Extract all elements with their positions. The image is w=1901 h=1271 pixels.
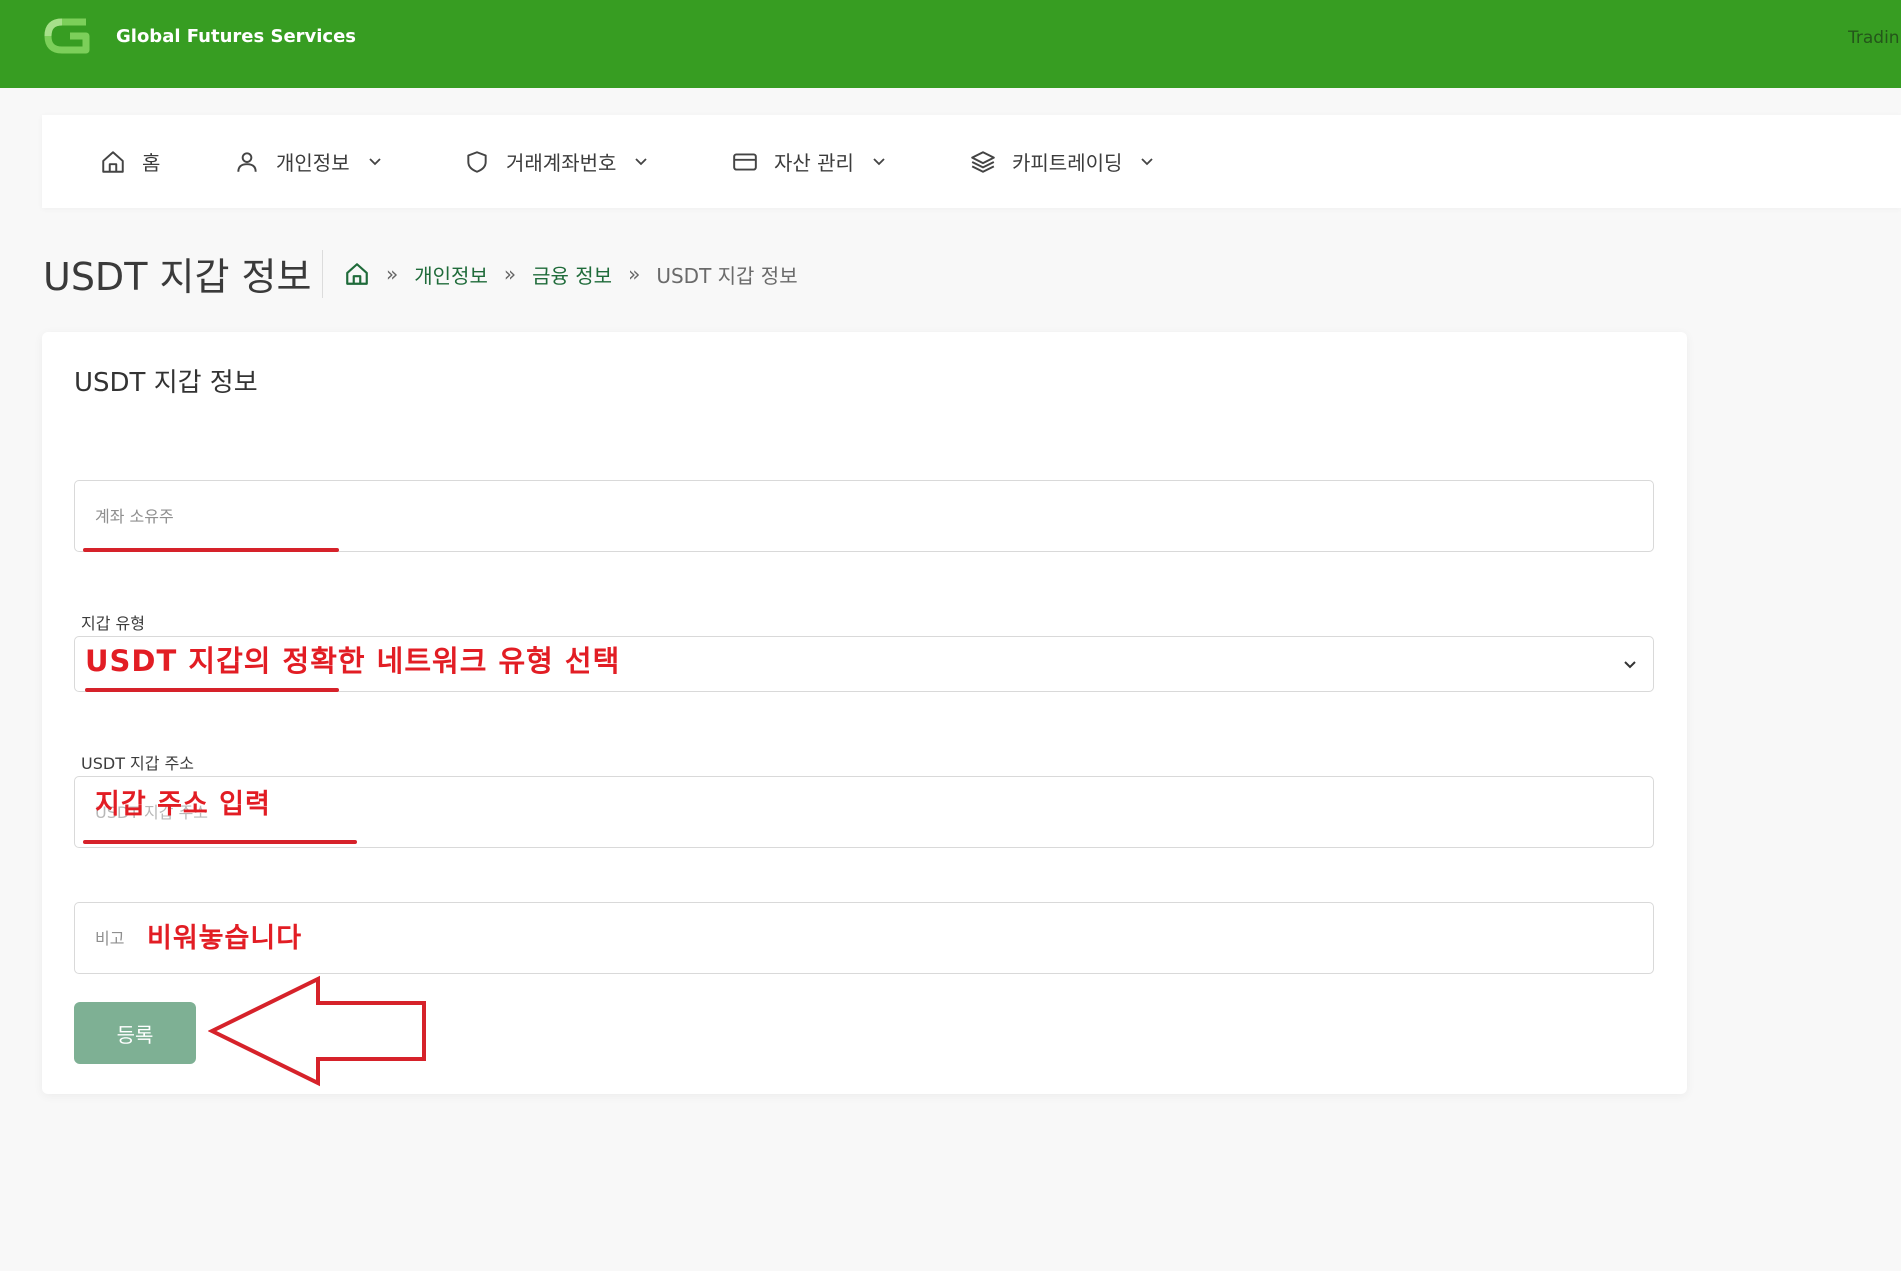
- note-annotation: 비워놓습니다: [147, 923, 303, 954]
- nav-item-copy-trading[interactable]: 카피트레이딩: [970, 115, 1154, 208]
- wallet-type-annotation: USDT 지갑의 정확한 네트워크 유형 선택: [85, 644, 621, 678]
- user-icon: [237, 151, 257, 172]
- wallet-address-label: USDT 지갑 주소: [81, 754, 195, 773]
- annotation-arrow-icon: [208, 975, 426, 1087]
- annotation-underline: [83, 548, 339, 552]
- breadcrumb-separator: »: [386, 262, 399, 286]
- breadcrumb-link-personal-info[interactable]: 개인정보: [414, 260, 488, 289]
- credit-card-icon: [733, 152, 757, 171]
- breadcrumb-current: USDT 지갑 정보: [656, 263, 798, 288]
- top-bar: Global Futures Services Tradin: [0, 0, 1901, 88]
- breadcrumb-separator: »: [628, 262, 641, 286]
- title-divider: [322, 250, 323, 298]
- nav-item-label: 개인정보: [276, 151, 350, 175]
- nav-item-trading-account[interactable]: 거래계좌번호: [464, 115, 648, 208]
- nav-item-label: 카피트레이딩: [1012, 151, 1123, 175]
- wallet-type-label: 지갑 유형: [81, 614, 145, 633]
- account-owner-input[interactable]: 계좌 소유주: [74, 480, 1654, 552]
- wallet-address-annotation: 지갑 주소 입력: [95, 789, 271, 820]
- nav-item-label: 거래계좌번호: [506, 151, 617, 175]
- card-title: USDT 지갑 정보: [74, 368, 258, 398]
- annotation-underline: [85, 688, 339, 692]
- layers-icon: [971, 150, 995, 173]
- note-placeholder: 비고: [95, 929, 125, 948]
- account-owner-placeholder: 계좌 소유주: [95, 507, 174, 526]
- brand-logo-icon[interactable]: [42, 14, 98, 58]
- breadcrumb: » 개인정보 » 금융 정보 » USDT 지갑 정보: [344, 258, 798, 290]
- breadcrumb-link-financial-info[interactable]: 금융 정보: [532, 260, 612, 289]
- register-button[interactable]: 등록: [74, 1002, 196, 1064]
- nav-item-label: 홈: [142, 151, 161, 175]
- brand-name[interactable]: Global Futures Services: [116, 26, 356, 47]
- chevron-down-icon: [1624, 661, 1636, 669]
- chevron-down-icon: [873, 157, 885, 165]
- wallet-address-input[interactable]: USDT 지갑 주소: [74, 776, 1654, 848]
- nav-item-personal-info[interactable]: 개인정보: [234, 115, 382, 208]
- chevron-down-icon: [1141, 157, 1154, 165]
- main-nav: 홈 개인정보 거래계좌번호 자산 관리 카피트레이딩: [42, 115, 1901, 208]
- nav-item-label: 자산 관리: [774, 151, 854, 175]
- nav-item-asset-management[interactable]: 자산 관리: [732, 115, 886, 208]
- breadcrumb-separator: »: [503, 262, 517, 286]
- chevron-down-icon: [635, 157, 648, 165]
- home-icon[interactable]: [344, 261, 370, 287]
- nav-item-home[interactable]: 홈: [100, 115, 160, 208]
- shield-icon: [467, 150, 487, 173]
- page-title: USDT 지갑 정보: [43, 255, 312, 299]
- note-input[interactable]: 비고: [74, 902, 1654, 974]
- chevron-down-icon: [368, 157, 381, 165]
- annotation-underline: [83, 840, 357, 844]
- trading-link[interactable]: Tradin: [1848, 28, 1901, 48]
- home-icon: [102, 150, 124, 173]
